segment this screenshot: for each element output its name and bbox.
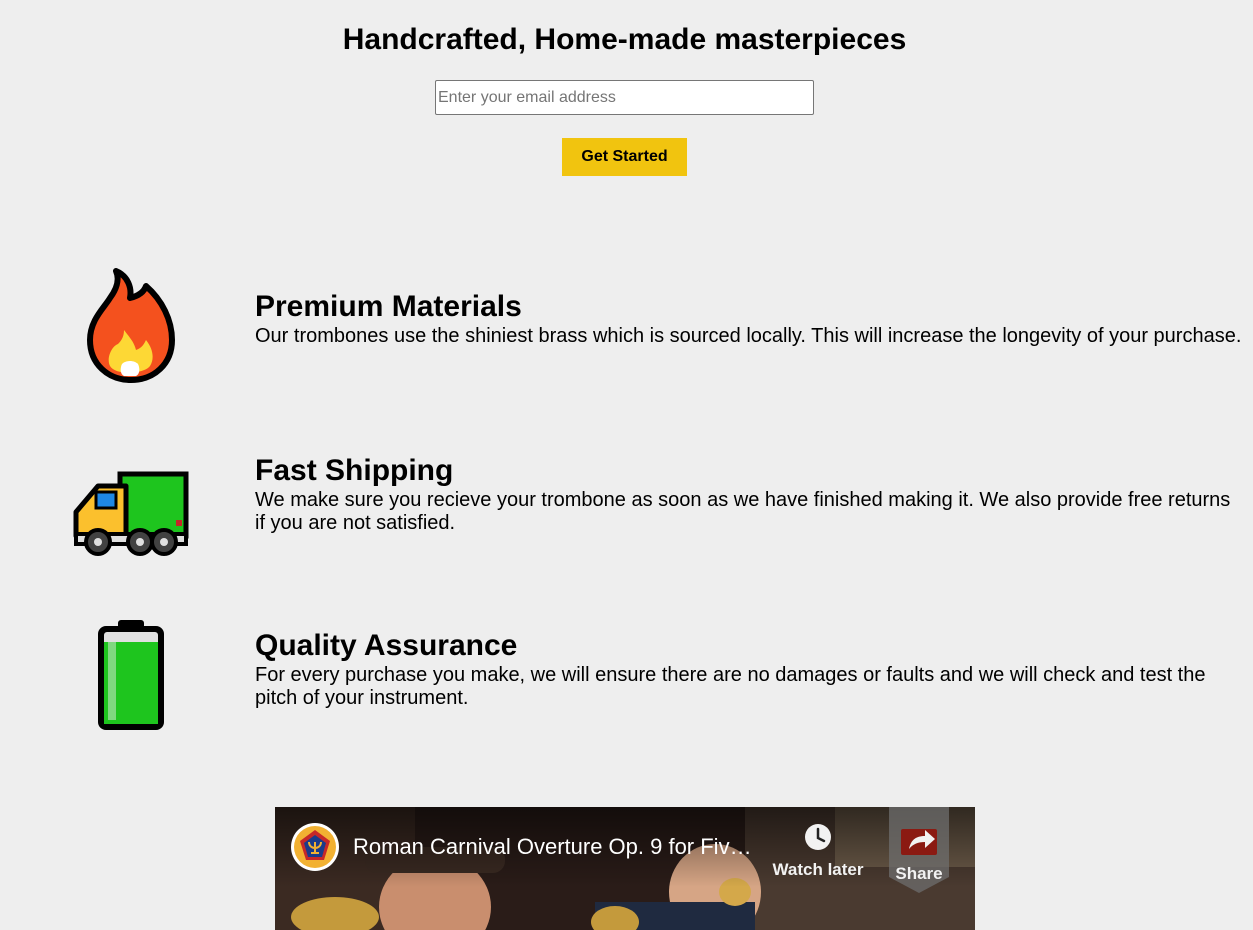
watch-later-label: Watch later	[772, 860, 864, 879]
share-button[interactable]: Share	[889, 807, 949, 893]
clock-icon	[805, 824, 831, 850]
channel-avatar[interactable]	[290, 822, 340, 877]
video-title[interactable]: Roman Carnival Overture Op. 9 for Five .…	[353, 833, 763, 861]
video-player[interactable]: Roman Carnival Overture Op. 9 for Five .…	[275, 807, 975, 930]
email-input[interactable]	[435, 80, 814, 115]
delivery-truck-icon	[72, 470, 190, 565]
feature-description-fast-shipping: We make sure you recieve your trombone a…	[255, 489, 1231, 534]
landing-page: Handcrafted, Home-made masterpieces Get …	[0, 0, 1253, 930]
feature-title-quality-assurance: Quality Assurance	[255, 629, 518, 662]
battery-full-icon	[94, 618, 168, 739]
feature-description-premium-materials: Our trombones use the shiniest brass whi…	[255, 325, 1242, 347]
hero-title: Handcrafted, Home-made masterpieces	[342, 23, 907, 56]
share-label: Share	[895, 864, 943, 883]
watch-later-button[interactable]: Watch later	[763, 823, 873, 880]
share-arrow-icon	[901, 829, 937, 855]
feature-description-quality-assurance: For every purchase you make, we will ens…	[255, 664, 1206, 709]
get-started-button[interactable]: Get Started	[562, 138, 687, 176]
feature-title-premium-materials: Premium Materials	[255, 290, 522, 323]
feature-title-fast-shipping: Fast Shipping	[255, 454, 454, 487]
fire-icon	[86, 268, 176, 389]
